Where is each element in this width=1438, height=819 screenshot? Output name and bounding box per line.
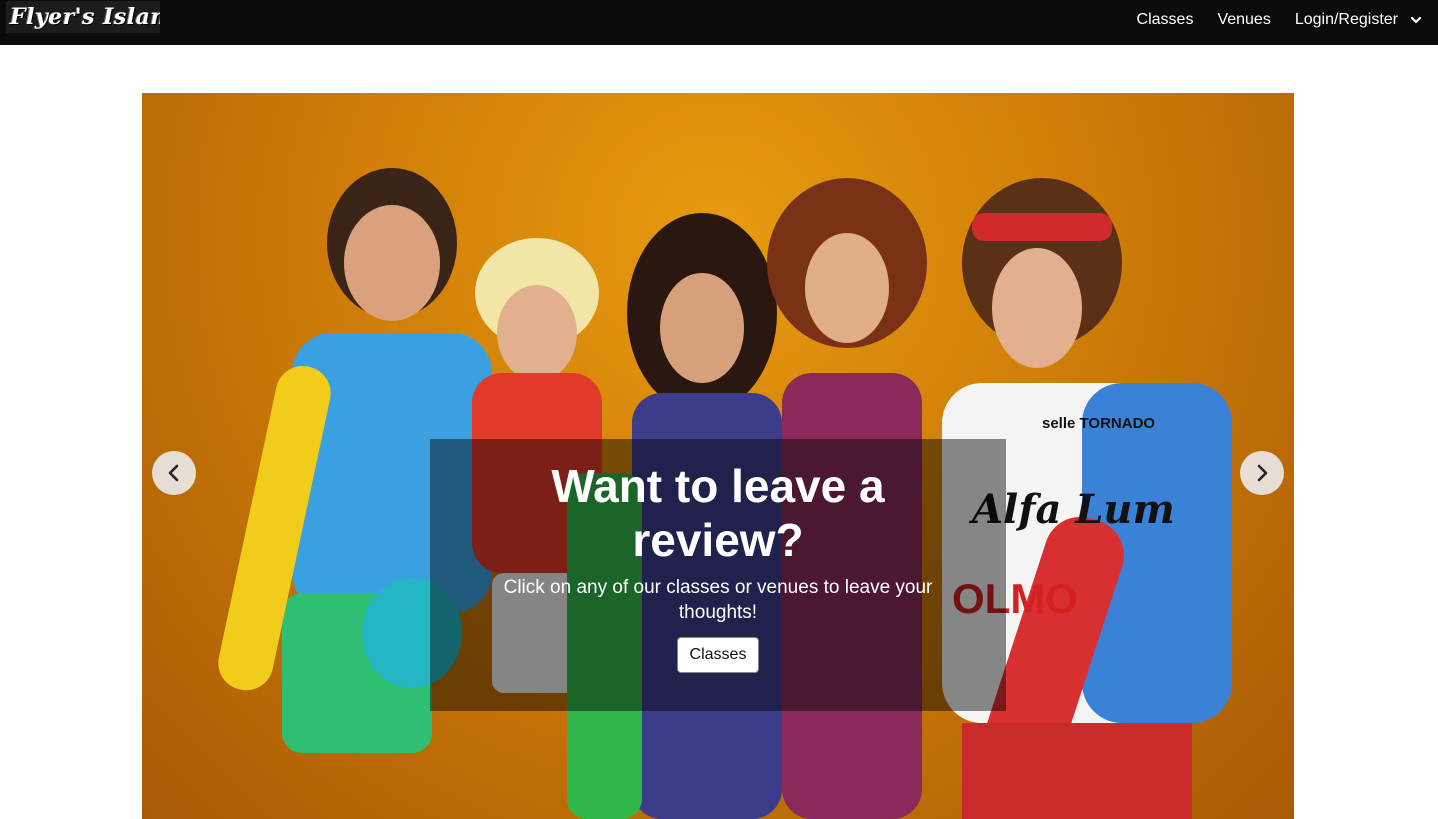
nav-link-venues[interactable]: Venues [1217, 11, 1270, 29]
top-navbar: Flyer's Island Classes Venues Login/Regi… [0, 0, 1438, 45]
classes-button[interactable]: Classes [676, 637, 760, 673]
chevron-left-icon [168, 464, 179, 482]
nav-link-classes[interactable]: Classes [1137, 11, 1194, 29]
nav-links: Classes Venues Login/Register [1113, 0, 1438, 40]
account-label: Login/Register [1294, 11, 1398, 28]
carousel-prev-button[interactable] [152, 451, 196, 495]
chevron-right-icon [1257, 464, 1268, 482]
account-dropdown[interactable]: Login/Register [1295, 11, 1422, 29]
chevron-down-icon [1410, 16, 1422, 24]
caption-text: Click on any of our classes or venues to… [503, 577, 933, 623]
caption-title: Want to leave a review? [551, 460, 885, 566]
carousel-caption: Want to leave a review? Click on any of … [430, 439, 1006, 711]
hero-carousel: selle TORNADO Alfa Lum OLMO Want to leav… [142, 93, 1294, 819]
jersey-text-1: selle TORNADO [1042, 415, 1155, 432]
carousel-next-button[interactable] [1240, 451, 1284, 495]
site-logo[interactable]: Flyer's Island [6, 1, 160, 33]
